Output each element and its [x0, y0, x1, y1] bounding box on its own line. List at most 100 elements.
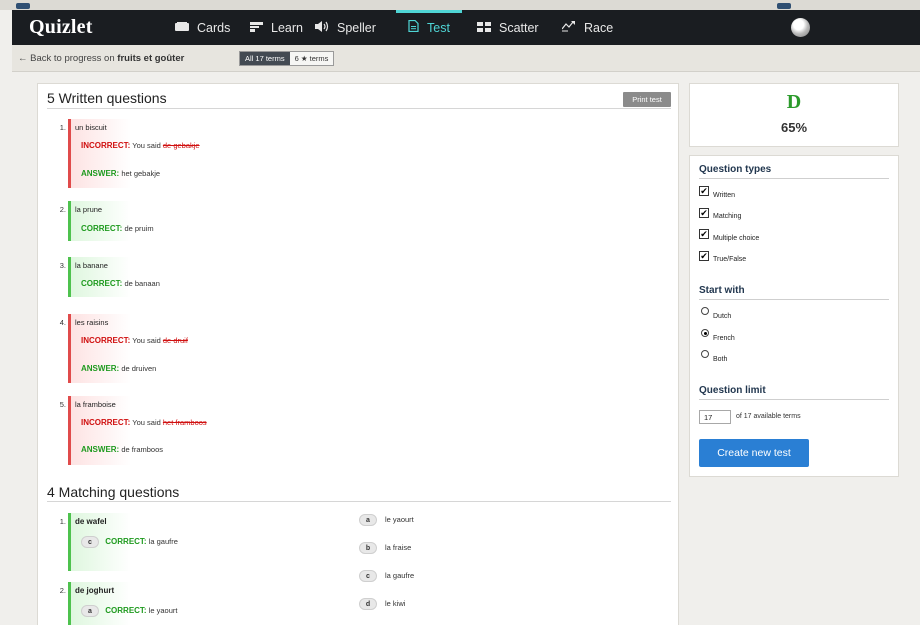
print-test-button[interactable]: Print test [623, 92, 671, 107]
checkbox-true-false[interactable]: ✔ [699, 251, 709, 261]
matching-option-b: b la fraise [359, 542, 411, 554]
answer-label: ANSWER: [81, 169, 120, 178]
top-navbar: Quizlet Cards Learn Speller Test Scatter [12, 10, 920, 45]
set-name: fruits et goûter [117, 53, 185, 64]
document-icon [408, 19, 419, 35]
you-said-prefix: You said [132, 141, 161, 150]
scatter-icon [477, 21, 491, 35]
question-types-heading: Question types [699, 164, 772, 175]
learn-icon [250, 21, 263, 35]
quizlet-logo[interactable]: Quizlet [29, 16, 93, 39]
create-new-test-button[interactable]: Create new test [699, 439, 809, 467]
option-letter[interactable]: c [359, 570, 377, 582]
written-section-title: 5 Written questions [47, 90, 167, 106]
term-filter-toggle: All 17 terms 6 ★ terms [239, 51, 335, 66]
radio-french[interactable] [701, 329, 709, 337]
user-avatar[interactable] [791, 18, 810, 37]
question-number: 4. [59, 318, 66, 327]
start-with-heading: Start with [699, 285, 745, 296]
nav-speller[interactable]: Speller [315, 10, 376, 45]
option-text: le kiwi [385, 598, 406, 608]
feedback-line: INCORRECT: You said het framboos [81, 418, 207, 427]
back-to-progress-link[interactable]: ← Back to progress on fruits et goûter [18, 53, 184, 64]
nav-label: Learn [271, 20, 303, 35]
feedback-line: INCORRECT: You said de gebakje [81, 141, 200, 150]
answer-label: ANSWER: [81, 364, 120, 373]
grade-panel: D 65% [689, 83, 899, 147]
back-link-prefix: ← Back to progress on [18, 53, 115, 64]
grade-percent: 65% [780, 120, 808, 135]
question-limit-heading: Question limit [699, 385, 766, 396]
correct-label: CORRECT: [105, 605, 147, 615]
correct-label: CORRECT: [105, 536, 147, 546]
correct-label: CORRECT: [81, 224, 123, 233]
radio-label: French [713, 335, 735, 342]
filter-all-terms[interactable]: All 17 terms [240, 52, 290, 65]
grade-letter: D [786, 91, 802, 113]
browser-top-strip [0, 0, 920, 10]
checkbox-multiple-choice[interactable]: ✔ [699, 229, 709, 239]
matching-option-d: d le kiwi [359, 598, 405, 610]
question-number: 2. [59, 586, 66, 595]
question-prompt: la framboise [75, 400, 116, 409]
question-number: 1. [59, 123, 66, 132]
tab-indicator [777, 3, 791, 9]
heading-divider [699, 399, 889, 400]
chosen-letter: c [81, 536, 99, 548]
nav-cards[interactable]: Cards [175, 10, 230, 45]
option-letter[interactable]: b [359, 542, 377, 554]
nav-label: Race [584, 20, 614, 35]
answer-line: ANSWER: de framboos [81, 445, 163, 454]
nav-race[interactable]: Race [561, 10, 614, 45]
question-number: 3. [59, 261, 66, 270]
speaker-icon [315, 20, 329, 35]
answer-label: ANSWER: [81, 445, 120, 454]
option-text: la fraise [385, 542, 412, 552]
sub-toolbar: ← Back to progress on fruits et goûter A… [12, 45, 920, 72]
checkbox-matching[interactable]: ✔ [699, 208, 709, 218]
available-terms-text: of 17 available terms [736, 413, 801, 420]
correct-answer: de framboos [121, 445, 164, 454]
correct-answer: le yaourt [148, 605, 178, 615]
you-said-prefix: You said [132, 336, 161, 345]
nav-test[interactable]: Test [396, 10, 462, 45]
section-divider [47, 501, 671, 502]
question-number: 1. [59, 517, 66, 526]
answer-line: ANSWER: het gebakje [81, 169, 160, 178]
question-number: 5. [59, 400, 66, 409]
option-letter[interactable]: d [359, 598, 377, 610]
radio-label: Both [713, 356, 728, 363]
question-number: 2. [59, 205, 66, 214]
you-said-prefix: You said [132, 418, 161, 427]
matching-option-a: a le yaourt [359, 514, 414, 526]
incorrect-label: INCORRECT: [81, 336, 131, 345]
radio-dutch[interactable] [701, 307, 709, 315]
user-answer: de druif [162, 336, 188, 345]
race-icon [561, 20, 576, 35]
feedback-line: CORRECT: de pruim [81, 224, 154, 233]
chosen-letter: a [81, 605, 99, 617]
question-prompt: de joghurt [75, 586, 115, 595]
heading-divider [699, 178, 889, 179]
question-prompt: les raisins [75, 318, 109, 327]
question-prompt: un biscuit [75, 123, 107, 132]
user-answer: de gebakje [162, 141, 200, 150]
question-limit-input[interactable] [699, 410, 731, 424]
feedback-line: INCORRECT: You said de druif [81, 336, 188, 345]
test-results-panel: 5 Written questions Print test 1. un bis… [37, 83, 679, 625]
nav-scatter[interactable]: Scatter [477, 10, 539, 45]
incorrect-label: INCORRECT: [81, 141, 131, 150]
filter-starred-terms[interactable]: 6 ★ terms [289, 52, 334, 65]
option-letter[interactable]: a [359, 514, 377, 526]
question-prompt: la banane [75, 261, 108, 270]
question-prompt: de wafel [75, 517, 107, 526]
radio-both[interactable] [701, 350, 709, 358]
option-text: la gaufre [385, 570, 415, 580]
feedback-line: c CORRECT: la gaufre [81, 536, 178, 548]
nav-learn[interactable]: Learn [250, 10, 303, 45]
checkbox-label: True/False [713, 256, 747, 263]
correct-answer: het gebakje [121, 169, 161, 178]
checkbox-label: Multiple choice [713, 235, 760, 242]
checkbox-written[interactable]: ✔ [699, 186, 709, 196]
nav-label: Scatter [499, 20, 539, 35]
